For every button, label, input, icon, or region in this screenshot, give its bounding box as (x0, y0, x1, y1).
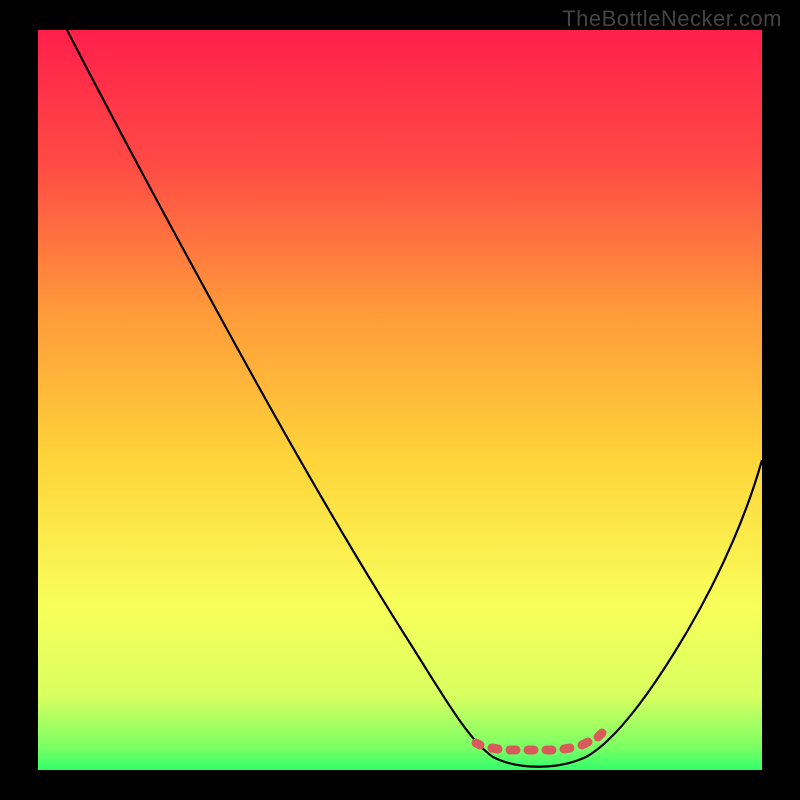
watermark-text: TheBottleNecker.com (562, 6, 782, 32)
chart-background-gradient (38, 30, 762, 770)
chart-plot-area (38, 30, 762, 770)
chart-svg (38, 30, 762, 770)
